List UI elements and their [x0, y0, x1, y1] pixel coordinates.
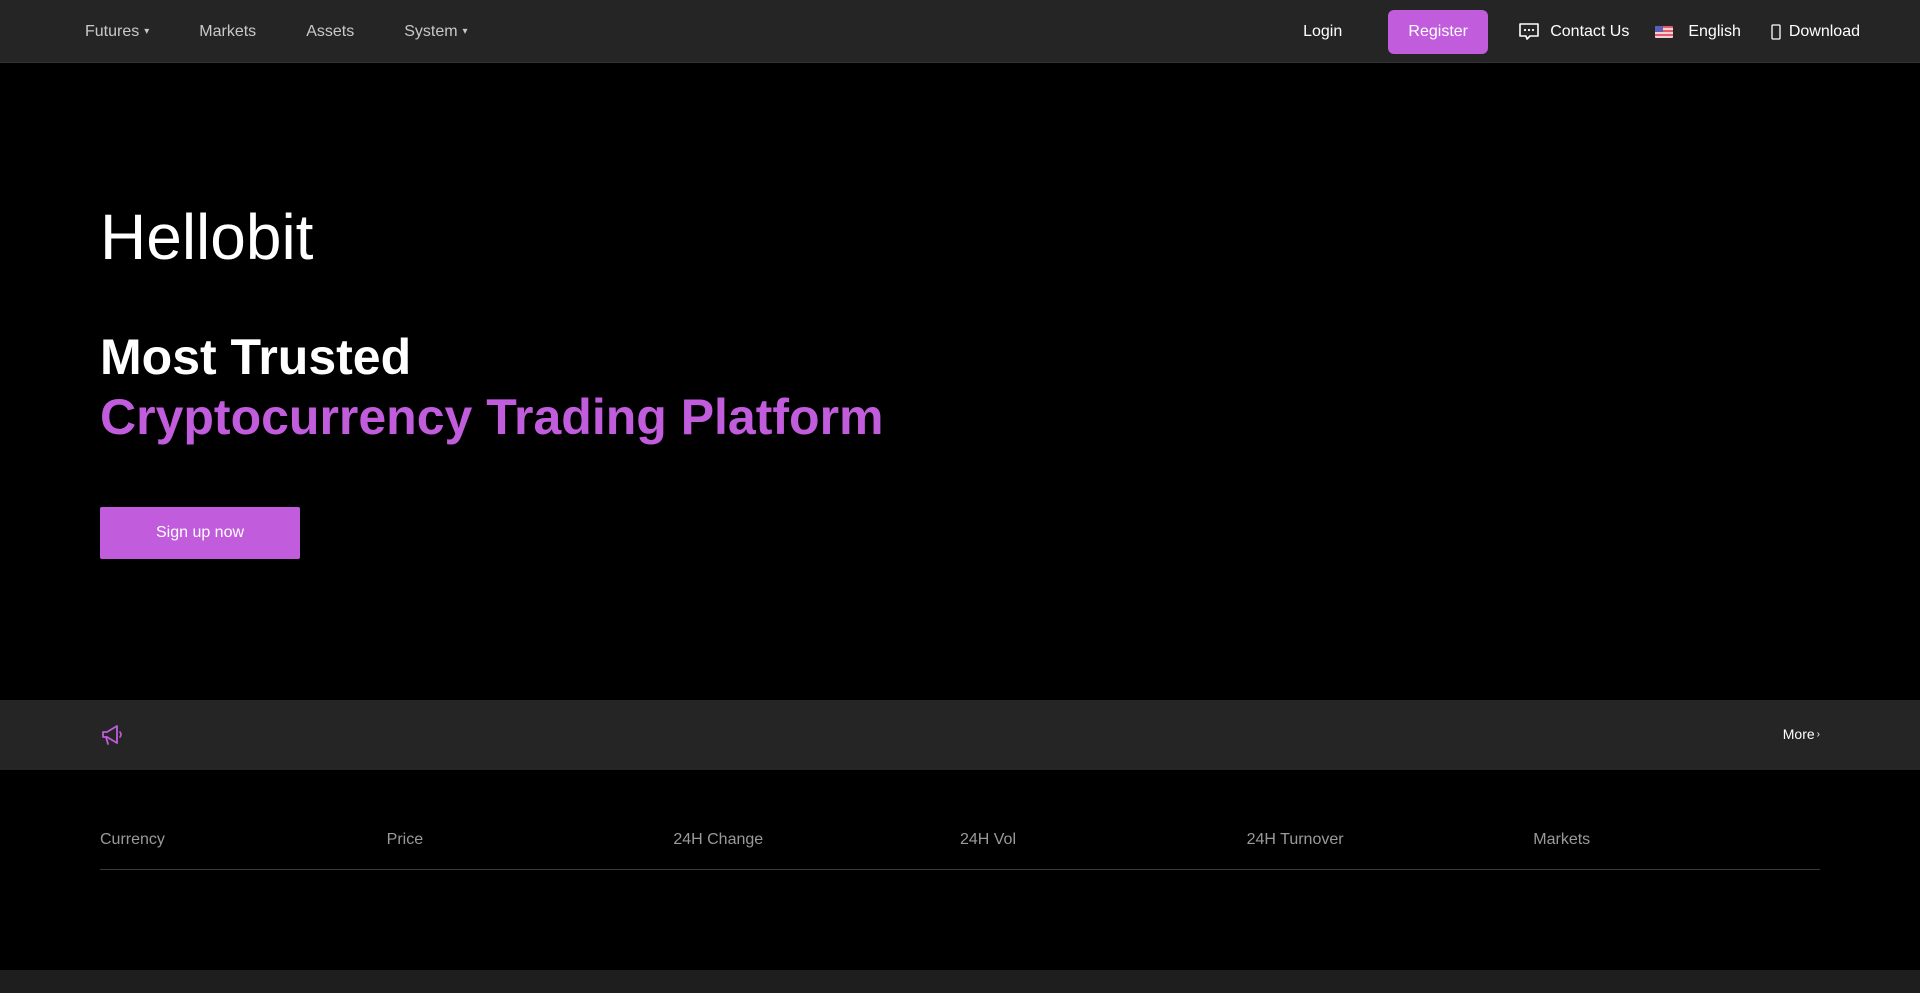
nav-item-assets[interactable]: Assets — [306, 23, 354, 41]
nav-item-label: System — [404, 22, 458, 40]
nav-item-label: Futures — [85, 22, 140, 40]
footer-band — [0, 970, 1920, 993]
hero-subheadline: Cryptocurrency Trading Platform — [100, 389, 884, 445]
chevron-down-icon: ▾ — [144, 26, 150, 37]
nav-item-label: Assets — [306, 22, 355, 40]
megaphone-icon — [102, 725, 122, 745]
announcement-bar: More › — [0, 700, 1920, 770]
nav-item-label: Markets — [199, 22, 257, 40]
hero-brand-title: Hellobit — [100, 201, 314, 273]
login-link[interactable]: Login — [1303, 23, 1342, 41]
apple-icon — [1771, 23, 1781, 40]
column-header-price[interactable]: Price — [387, 822, 674, 869]
chat-bubble-icon — [1519, 22, 1540, 40]
main-nav: Futures ▾ Markets Assets System ▾ — [85, 0, 518, 63]
sign-up-button[interactable]: Sign up now — [100, 507, 300, 559]
language-label: English — [1688, 22, 1741, 40]
us-flag-icon — [1655, 25, 1674, 38]
download-label: Download — [1788, 22, 1860, 40]
nav-item-futures[interactable]: Futures ▾ — [85, 23, 149, 41]
market-table-header: Currency Price 24H Change 24H Vol 24H Tu… — [100, 822, 1820, 870]
contact-us-label: Contact Us — [1550, 22, 1630, 40]
more-label: More — [1782, 726, 1815, 742]
chevron-right-icon: › — [1816, 728, 1820, 740]
nav-item-system[interactable]: System ▾ — [404, 23, 467, 41]
nav-actions: Login Register Contact Us English Downlo… — [1303, 0, 1860, 63]
nav-item-markets[interactable]: Markets — [199, 23, 256, 41]
download-link[interactable]: Download — [1771, 23, 1860, 41]
column-header-markets[interactable]: Markets — [1533, 822, 1820, 869]
top-nav-bar: Futures ▾ Markets Assets System ▾ Login … — [0, 0, 1920, 63]
column-header-24h-change[interactable]: 24H Change — [673, 822, 960, 869]
language-selector[interactable]: English — [1655, 22, 1741, 41]
column-header-24h-vol[interactable]: 24H Vol — [960, 822, 1247, 869]
more-announcements-link[interactable]: More › — [1783, 726, 1820, 742]
column-header-currency[interactable]: Currency — [100, 822, 387, 869]
column-header-24h-turnover[interactable]: 24H Turnover — [1247, 822, 1534, 869]
hero-headline: Most Trusted — [100, 329, 412, 385]
chevron-down-icon: ▾ — [462, 26, 468, 37]
register-button[interactable]: Register — [1388, 9, 1489, 54]
contact-us-link[interactable]: Contact Us — [1518, 22, 1629, 42]
